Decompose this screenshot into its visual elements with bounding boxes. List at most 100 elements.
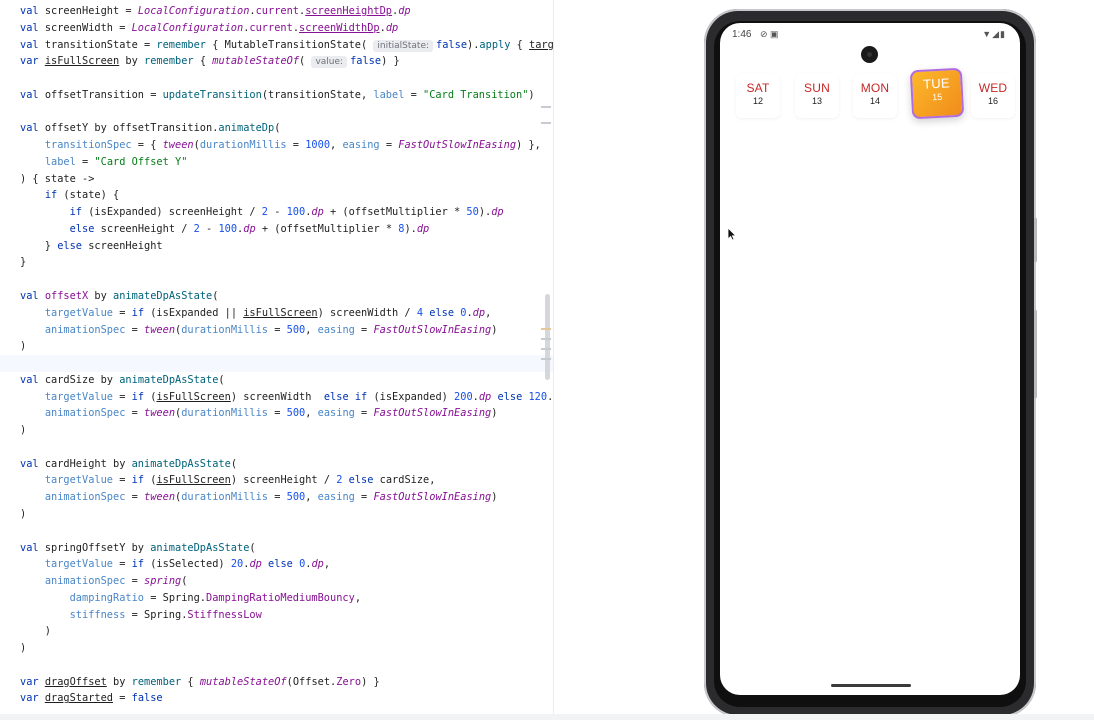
code-line[interactable]: transitionSpec = { tween(durationMillis … [20,137,553,154]
code-line[interactable]: val cardSize by animateDpAsState( [20,372,553,389]
power-button[interactable] [1034,310,1037,398]
code-token: = [125,575,145,588]
code-token: else [69,222,95,235]
code-line[interactable] [20,271,553,288]
code-token: isFullScreen [156,474,231,487]
code-token: animateDpAsState [119,373,219,386]
code-line[interactable] [20,657,553,674]
code-token: 500 [286,491,306,504]
code-token: else [429,306,455,319]
code-line[interactable]: else screenHeight / 2 - 100.dp + (offset… [20,221,553,238]
code-line[interactable]: val screenWidth = LocalConfiguration.cur… [20,20,553,37]
code-token: current [249,21,293,34]
code-token: transitionState = [44,38,157,51]
code-token: 120 [528,390,548,403]
code-line[interactable] [20,439,553,456]
code-line[interactable]: targetValue = if (isExpanded || isFullSc… [20,305,553,322]
code-token: = [404,88,424,101]
code-token: apply [479,38,511,51]
code-line[interactable] [20,523,553,540]
code-line[interactable]: var isFullScreen by remember { mutableSt… [20,53,553,70]
emulator-device-frame: 1:46 ⊘ ▣ ▼◢▮ SAT 12 SUN 13 MON 14 TUE 15 WED 16 [704,9,1036,717]
code-line[interactable]: val offsetY by offsetTransition.animateD… [20,120,553,137]
code-token: = [125,407,145,420]
code-line[interactable]: ) [20,338,553,355]
code-token: val [20,38,45,51]
code-line[interactable]: label = "Card Offset Y" [20,154,553,171]
code-line[interactable]: ) [20,422,553,439]
day-selector-row[interactable]: SAT 12 SUN 13 MON 14 TUE 15 WED 16 [720,67,1020,131]
code-token: screenWidth = [44,21,132,34]
code-token: ) { state -> [20,172,95,185]
code-token: ). [467,38,480,51]
code-lines[interactable]: val screenHeight = LocalConfiguration.cu… [0,3,553,707]
code-line[interactable] [0,355,553,372]
code-token: if [131,390,145,403]
code-line[interactable]: val transitionState = remember { Mutable… [20,37,553,54]
code-line[interactable]: stiffness = Spring.StiffnessLow [20,607,553,624]
volume-button[interactable] [1034,218,1037,262]
day-name: WED [978,81,1008,95]
code-line[interactable]: targetValue = if (isFullScreen) screenHe… [20,472,553,489]
code-line[interactable]: animationSpec = tween(durationMillis = 5… [20,405,553,422]
code-line[interactable]: if (isExpanded) screenHeight / 2 - 100.d… [20,204,553,221]
code-line[interactable]: ) { state -> [20,171,553,188]
code-token: dragStarted [44,692,114,705]
code-token: = [354,407,374,420]
code-token: = [268,491,287,504]
code-token: (isExpanded) [367,390,455,403]
gesture-nav-handle[interactable] [831,684,911,687]
code-token: } [20,256,27,269]
code-line[interactable]: val offsetX by animateDpAsState( [20,288,553,305]
code-line[interactable]: animationSpec = tween(durationMillis = 5… [20,489,553,506]
code-token: var [20,55,45,68]
code-token: ( [181,575,188,588]
code-line[interactable]: } else screenHeight [20,238,553,255]
code-line[interactable]: val offsetTransition = updateTransition(… [20,87,553,104]
editor-scrollbar[interactable] [545,294,550,380]
day-chip-mon[interactable]: MON 14 [853,74,897,118]
code-line[interactable]: ) [20,506,553,523]
code-line[interactable]: targetValue = if (isSelected) 20.dp else… [20,556,553,573]
code-token: by [106,675,132,688]
device-screen[interactable]: 1:46 ⊘ ▣ ▼◢▮ SAT 12 SUN 13 MON 14 TUE 15 WED 16 [720,23,1020,695]
code-line[interactable]: if (state) { [20,187,553,204]
day-chip-sat[interactable]: SAT 12 [736,74,780,118]
code-line[interactable]: animationSpec = tween(durationMillis = 5… [20,322,553,339]
code-token: false [131,692,163,705]
code-editor[interactable]: val screenHeight = LocalConfiguration.cu… [0,0,553,720]
code-line[interactable]: } [20,254,553,271]
code-token: LocalConfiguration [131,21,244,34]
code-line[interactable]: ) [20,640,553,657]
code-line[interactable]: val cardHeight by animateDpAsState( [20,456,553,473]
code-token: (transitionState, [261,88,374,101]
code-token: animationSpec [44,491,126,504]
code-token: ) [491,323,498,336]
code-token: ( [274,122,281,135]
code-token: easing [317,323,355,336]
pane-divider[interactable] [553,0,554,720]
code-token: { [193,55,213,68]
day-chip-wed[interactable]: WED 16 [971,74,1015,118]
code-line[interactable]: ) [20,623,553,640]
code-token: else [57,239,83,252]
day-chip-sun[interactable]: SUN 13 [795,74,839,118]
day-chip-tue[interactable]: TUE 15 [909,67,965,120]
code-line[interactable]: dampingRatio = Spring.DampingRatioMedium… [20,590,553,607]
code-line[interactable]: var dragOffset by remember { mutableStat… [20,674,553,691]
code-token: durationMillis [199,139,287,152]
code-token: animateDpAsState [113,290,213,303]
code-line[interactable]: targetValue = if (isFullScreen) screenWi… [20,389,553,406]
code-line[interactable]: val springOffsetY by animateDpAsState( [20,540,553,557]
code-line[interactable] [20,104,553,121]
code-line[interactable]: animationSpec = spring( [20,573,553,590]
code-line[interactable] [20,70,553,87]
code-token: if [131,474,145,487]
code-line[interactable]: val screenHeight = LocalConfiguration.cu… [20,3,553,20]
code-line[interactable]: var dragStarted = false [20,690,553,707]
